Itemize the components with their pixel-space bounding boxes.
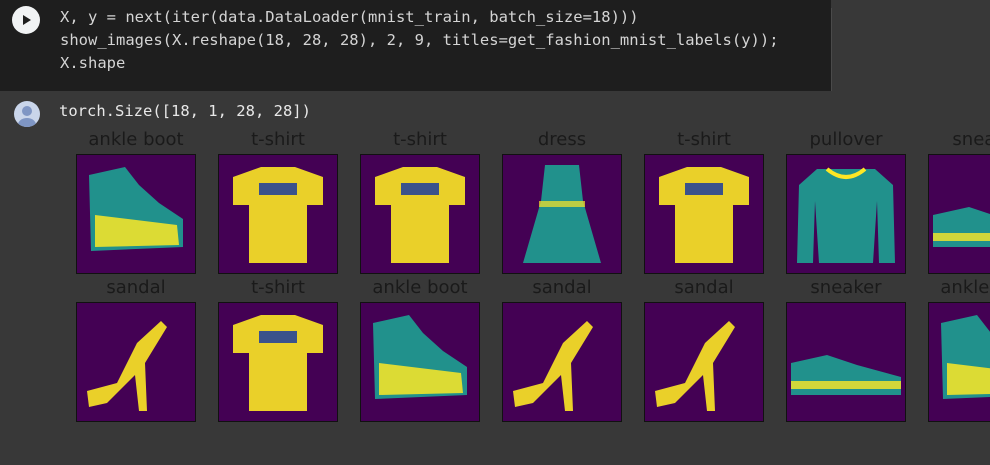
image-tile: sandal <box>644 277 787 427</box>
t-shirt-image <box>644 154 764 274</box>
image-tile: t-shirt <box>218 129 361 279</box>
code-line-2: show_images(X.reshape(18, 28, 28), 2, 9,… <box>60 31 779 49</box>
run-cell-button[interactable] <box>12 6 40 34</box>
image-tile: ankle boot <box>928 277 990 427</box>
image-title: t-shirt <box>251 277 305 298</box>
code-cell: X, y = next(iter(data.DataLoader(mnist_t… <box>0 0 990 91</box>
sandal-image <box>76 302 196 422</box>
t-shirt-image <box>218 154 338 274</box>
image-grid: ankle boot t-shirt t-shirt dress t-shirt… <box>0 91 990 465</box>
sandal-image <box>502 302 622 422</box>
code-editor[interactable]: X, y = next(iter(data.DataLoader(mnist_t… <box>0 0 831 91</box>
t-shirt-image <box>218 302 338 422</box>
image-title: sandal <box>532 277 592 298</box>
image-tile: pullover <box>786 129 929 279</box>
image-title: sandal <box>106 277 166 298</box>
code-line-1: X, y = next(iter(data.DataLoader(mnist_t… <box>60 8 639 26</box>
image-title: pullover <box>809 129 883 150</box>
t-shirt-image <box>360 154 480 274</box>
dress-image <box>502 154 622 274</box>
sneaker-image <box>928 154 990 274</box>
image-tile: t-shirt <box>218 277 361 427</box>
ankle-boot-image <box>360 302 480 422</box>
image-title: dress <box>537 129 587 150</box>
sneaker-image <box>786 302 906 422</box>
image-title: t-shirt <box>393 129 447 150</box>
image-tile: sneaker <box>928 129 990 279</box>
image-tile: sneaker <box>786 277 929 427</box>
image-tile: dress <box>502 129 645 279</box>
image-title: ankle boot <box>940 277 990 298</box>
image-tile: sandal <box>76 277 219 427</box>
output-area: torch.Size([18, 1, 28, 28]) ankle boot t… <box>0 91 990 465</box>
image-tile: sandal <box>502 277 645 427</box>
code-text[interactable]: X, y = next(iter(data.DataLoader(mnist_t… <box>60 6 779 75</box>
pullover-image <box>786 154 906 274</box>
code-line-3: X.shape <box>60 54 126 72</box>
image-title: sneaker <box>810 277 882 298</box>
image-tile: t-shirt <box>360 129 503 279</box>
image-title: sneaker <box>952 129 990 150</box>
image-title: t-shirt <box>251 129 305 150</box>
ankle-boot-image <box>928 302 990 422</box>
sandal-image <box>644 302 764 422</box>
ankle-boot-image <box>76 154 196 274</box>
image-tile: ankle boot <box>360 277 503 427</box>
image-title: ankle boot <box>372 277 468 298</box>
image-title: sandal <box>674 277 734 298</box>
image-tile: t-shirt <box>644 129 787 279</box>
image-title: ankle boot <box>88 129 184 150</box>
image-tile: ankle boot <box>76 129 219 279</box>
code-cell-divider <box>831 8 832 91</box>
image-title: t-shirt <box>677 129 731 150</box>
play-icon <box>23 15 31 25</box>
